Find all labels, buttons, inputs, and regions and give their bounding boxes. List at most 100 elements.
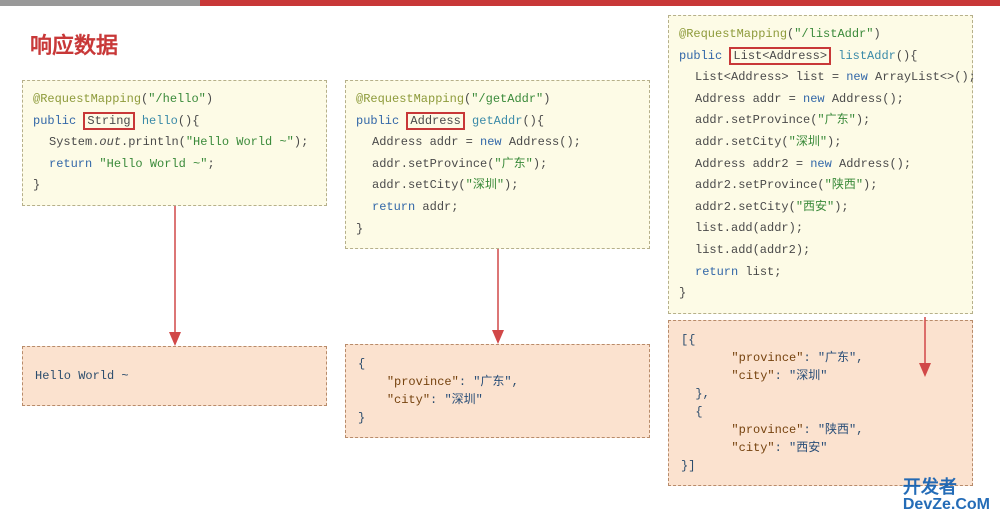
json-value: "西安" xyxy=(789,441,827,455)
string: "深圳" xyxy=(789,135,827,149)
string: "陕西" xyxy=(825,178,863,192)
json-brace: { xyxy=(358,355,637,373)
json-key: "province" xyxy=(731,351,803,365)
column-getaddr: @RequestMapping("/getAddr") public Addre… xyxy=(345,80,650,486)
watermark-line2: DevZe.CoM xyxy=(903,497,990,514)
json-brace: { xyxy=(695,405,702,419)
text: addr; xyxy=(415,200,458,214)
highlighted-type: List<Address> xyxy=(729,47,831,65)
keyword: public xyxy=(33,114,76,128)
json-value: "广东" xyxy=(818,351,856,365)
string: "广东" xyxy=(494,157,532,171)
text: (){ xyxy=(178,114,200,128)
string: "Hello World ~" xyxy=(186,135,294,149)
text: addr2.setProvince( xyxy=(695,178,825,192)
arrow-down-icon xyxy=(490,249,506,344)
keyword: return xyxy=(695,265,738,279)
text: Address addr2 = xyxy=(695,157,810,171)
text: System. xyxy=(49,135,99,149)
text: ; xyxy=(207,157,214,171)
text: Address(); xyxy=(825,92,904,106)
code-box-listaddr: @RequestMapping("/listAddr") public List… xyxy=(668,15,973,314)
json-key: "city" xyxy=(731,369,774,383)
text: .println( xyxy=(121,135,186,149)
keyword: public xyxy=(679,49,722,63)
method-name: getAddr xyxy=(472,114,522,128)
text: addr2.setCity( xyxy=(695,200,796,214)
keyword: public xyxy=(356,114,399,128)
arrow-down-icon xyxy=(167,206,183,346)
output-box-hello: Hello World ~ xyxy=(22,346,327,406)
string: "/getAddr" xyxy=(471,92,543,106)
string: "Hello World ~" xyxy=(99,157,207,171)
json-key: "province" xyxy=(731,423,803,437)
text: ); xyxy=(863,178,877,192)
method-name: listAddr xyxy=(838,49,896,63)
keyword: new xyxy=(480,135,502,149)
json-value: "深圳" xyxy=(444,393,482,407)
text: List<Address> list = xyxy=(695,70,846,84)
json-value: "陕西" xyxy=(818,423,856,437)
top-accent-bar xyxy=(0,0,1000,6)
brace: } xyxy=(33,178,40,192)
json-key: "province" xyxy=(387,375,459,389)
string: "/listAddr" xyxy=(794,27,873,41)
arrow-down-icon xyxy=(917,317,933,377)
string: "深圳" xyxy=(466,178,504,192)
string: "广东" xyxy=(817,113,855,127)
column-hello: @RequestMapping("/hello") public String … xyxy=(22,80,327,486)
string: "西安" xyxy=(796,200,834,214)
page-title: 响应数据 xyxy=(30,28,118,60)
annotation: @RequestMapping xyxy=(356,92,464,106)
text: ); xyxy=(533,157,547,171)
text: ); xyxy=(856,113,870,127)
text: (){ xyxy=(522,114,544,128)
highlighted-type: Address xyxy=(406,112,464,130)
paren: ) xyxy=(543,92,550,106)
output-box-getaddr: { "province": "广东", "city": "深圳" } xyxy=(345,344,650,438)
text: Address addr = xyxy=(695,92,803,106)
paren: ) xyxy=(206,92,213,106)
text: addr.setCity( xyxy=(695,135,789,149)
brace: } xyxy=(679,286,686,300)
json-key: "city" xyxy=(731,441,774,455)
json-brace: }, xyxy=(695,387,709,401)
text: ); xyxy=(827,135,841,149)
text: addr.setProvince( xyxy=(372,157,494,171)
text: Address(); xyxy=(832,157,911,171)
field: out xyxy=(99,135,121,149)
text: Address addr = xyxy=(372,135,480,149)
text: ArrayList<>(); xyxy=(868,70,976,84)
output-text: Hello World ~ xyxy=(35,367,129,385)
json-brace: }] xyxy=(681,457,960,475)
text: addr.setCity( xyxy=(372,178,466,192)
annotation: @RequestMapping xyxy=(33,92,141,106)
code-box-hello: @RequestMapping("/hello") public String … xyxy=(22,80,327,206)
method-name: hello xyxy=(142,114,178,128)
json-brace: } xyxy=(358,409,637,427)
annotation: @RequestMapping xyxy=(679,27,787,41)
keyword: return xyxy=(372,200,415,214)
keyword: new xyxy=(810,157,832,171)
text: list; xyxy=(738,265,781,279)
text: ); xyxy=(504,178,518,192)
paren: ) xyxy=(873,27,880,41)
code-box-getaddr: @RequestMapping("/getAddr") public Addre… xyxy=(345,80,650,249)
keyword: return xyxy=(49,157,92,171)
string: "/hello" xyxy=(148,92,206,106)
json-value: "广东" xyxy=(473,375,511,389)
json-value: "深圳" xyxy=(789,369,827,383)
text: list.add(addr); xyxy=(695,221,803,235)
column-listaddr: @RequestMapping("/listAddr") public List… xyxy=(668,15,973,486)
text: ); xyxy=(834,200,848,214)
text: ); xyxy=(294,135,308,149)
json-key: "city" xyxy=(387,393,430,407)
text: Address(); xyxy=(502,135,581,149)
text: (){ xyxy=(896,49,918,63)
brace: } xyxy=(356,222,363,236)
keyword: new xyxy=(846,70,868,84)
keyword: new xyxy=(803,92,825,106)
highlighted-type: String xyxy=(83,112,134,130)
text: addr.setProvince( xyxy=(695,113,817,127)
text: list.add(addr2); xyxy=(695,243,810,257)
